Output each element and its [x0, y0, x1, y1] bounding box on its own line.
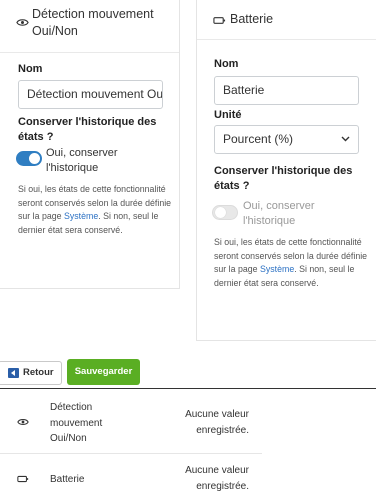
save-button[interactable]: Sauvegarder [67, 359, 140, 385]
feature-card-title: Détection mouvement Oui/Non [32, 7, 154, 38]
history-help-text: Si oui, les états de cette fonctionnalit… [18, 183, 176, 237]
list-item: Batterie Aucune valeur enregistrée. [0, 455, 262, 500]
feature-card-header: Détection mouvement Oui/Non [0, 0, 179, 53]
list-item-name: Batterie [50, 474, 85, 485]
list-item: Détection mouvement Oui/Non Aucune valeu… [0, 389, 262, 454]
feature-card-header: Batterie [197, 0, 376, 40]
unit-label: Unité [214, 109, 242, 121]
battery-icon [213, 17, 226, 24]
toggle-knob [29, 153, 40, 164]
list-item-value: Aucune valeur enregistrée. [185, 409, 249, 436]
unit-select-value: Pourcent (%) [223, 132, 294, 146]
name-input[interactable]: Batterie [214, 76, 359, 105]
eye-icon [17, 419, 29, 425]
history-toggle-label: Oui, conserver l'historique [243, 200, 315, 227]
back-button-label: Retour [23, 367, 54, 378]
history-toggle[interactable] [16, 151, 42, 166]
name-label: Nom [18, 63, 43, 75]
name-label: Nom [214, 58, 239, 70]
toggle-knob [215, 207, 226, 218]
feature-card-motion: Détection mouvement Oui/Non Nom Détectio… [0, 0, 180, 289]
history-toggle-label: Oui, conserver l'historique [46, 147, 118, 174]
history-label: Conserver l'historique des états ? [18, 116, 157, 143]
list-item-value: Aucune valeur enregistrée. [185, 465, 249, 492]
history-help-text: Si oui, les états de cette fonctionnalit… [214, 236, 372, 290]
name-input[interactable]: Détection mouvement Oui/Non [18, 80, 163, 109]
list-item-name: Détection mouvement Oui/Non [50, 402, 103, 444]
system-link[interactable]: Système [260, 264, 294, 274]
feature-card-battery: Batterie Nom Batterie Unité Pourcent (%)… [196, 0, 376, 341]
history-toggle[interactable] [212, 205, 238, 220]
battery-icon [17, 475, 29, 483]
unit-select[interactable]: Pourcent (%) [214, 125, 359, 154]
eye-icon [16, 19, 29, 26]
back-button[interactable]: Retour [0, 361, 62, 385]
system-link[interactable]: Système [64, 211, 98, 221]
history-label: Conserver l'historique des états ? [214, 165, 353, 192]
feature-card-title: Batterie [230, 12, 274, 26]
chevron-down-icon [341, 136, 350, 142]
back-arrow-icon [8, 368, 19, 378]
